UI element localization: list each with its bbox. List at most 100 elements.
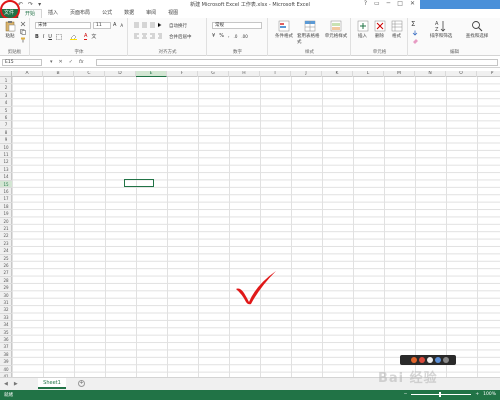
bold-button[interactable]: B (35, 34, 39, 40)
format-cells-button[interactable]: 格式 (388, 20, 405, 39)
row-header-34[interactable]: 34 (0, 321, 12, 329)
row-header-15[interactable]: 15 (0, 180, 12, 188)
column-header-f[interactable]: F (167, 71, 198, 77)
cell-styles-button[interactable]: 单元格样式 (323, 20, 349, 39)
row-header-23[interactable]: 23 (0, 240, 12, 248)
column-header-p[interactable]: P (477, 71, 500, 77)
row-header-10[interactable]: 10 (0, 144, 12, 151)
number-format-select[interactable]: 常规 (212, 22, 262, 29)
vertical-align-icons[interactable] (133, 22, 163, 28)
row-header-30[interactable]: 30 (0, 292, 12, 299)
sheet-tab-sheet1[interactable]: Sheet1 (38, 378, 66, 389)
row-header-11[interactable]: 11 (0, 151, 12, 159)
row-header-4[interactable]: 4 (0, 99, 12, 107)
borders-icon[interactable] (56, 33, 66, 40)
font-color-button[interactable]: A (83, 33, 88, 40)
worksheet-grid[interactable]: ABCDEFGHIJKLMNOPQ 1234567891011121314151… (0, 71, 500, 377)
row-header-19[interactable]: 19 (0, 210, 12, 218)
row-header-9[interactable]: 9 (0, 136, 12, 144)
delete-cells-button[interactable]: 删除 (371, 20, 388, 39)
row-header-21[interactable]: 21 (0, 225, 12, 233)
confirm-entry-icon[interactable]: ✓ (69, 59, 73, 65)
column-header-g[interactable]: G (198, 71, 229, 77)
row-header-13[interactable]: 13 (0, 166, 12, 174)
cancel-entry-icon[interactable]: ✕ (59, 59, 63, 65)
insert-cells-button[interactable]: 插入 (354, 20, 371, 39)
currency-icon[interactable]: ¥ (212, 33, 215, 39)
zoom-in-button[interactable]: + (475, 392, 479, 397)
phonetic-button[interactable]: 文 (91, 33, 96, 40)
row-header-25[interactable]: 25 (0, 255, 12, 262)
font-name-select[interactable]: 宋体 (35, 22, 91, 29)
tab-page-layout[interactable]: 页面布局 (64, 9, 96, 18)
row-header-29[interactable]: 29 (0, 284, 12, 292)
tab-review[interactable]: 审阅 (140, 9, 162, 18)
zoom-thumb[interactable] (439, 392, 442, 397)
row-header-2[interactable]: 2 (0, 84, 12, 92)
row-header-14[interactable]: 14 (0, 173, 12, 181)
row-header-20[interactable]: 20 (0, 218, 12, 225)
row-header-40[interactable]: 40 (0, 366, 12, 373)
row-header-18[interactable]: 18 (0, 203, 12, 211)
column-header-a[interactable]: A (12, 71, 43, 77)
find-select-button[interactable]: 查找和选择 (459, 20, 495, 39)
row-header-16[interactable]: 16 (0, 188, 12, 196)
row-header-8[interactable]: 8 (0, 129, 12, 137)
row-header-28[interactable]: 28 (0, 277, 12, 285)
row-header-27[interactable]: 27 (0, 269, 12, 277)
row-header-12[interactable]: 12 (0, 158, 12, 166)
row-header-22[interactable]: 22 (0, 232, 12, 240)
row-header-38[interactable]: 38 (0, 351, 12, 359)
wrap-text-button[interactable]: 自动换行 (169, 23, 187, 29)
decrease-decimal-button[interactable]: .00 (241, 34, 247, 39)
column-header-m[interactable]: M (384, 71, 415, 77)
comma-button[interactable]: , (228, 33, 230, 39)
column-header-o[interactable]: O (446, 71, 477, 77)
maximize-icon[interactable]: □ (397, 0, 403, 7)
percent-button[interactable]: % (219, 33, 224, 39)
row-header-26[interactable]: 26 (0, 262, 12, 270)
column-header-b[interactable]: B (43, 71, 74, 77)
row-header-5[interactable]: 5 (0, 107, 12, 114)
sheet-next-icon[interactable]: ▶ (14, 381, 18, 387)
row-header-17[interactable]: 17 (0, 195, 12, 203)
merge-center-button[interactable]: 合并后居中 (169, 34, 192, 40)
row-header-35[interactable]: 35 (0, 329, 12, 336)
formula-input[interactable] (96, 59, 498, 66)
grow-font-icon[interactable]: A (113, 22, 116, 28)
fill-color-icon[interactable] (69, 34, 80, 40)
row-header-7[interactable]: 7 (0, 121, 12, 129)
row-header-32[interactable]: 32 (0, 306, 12, 314)
tab-insert[interactable]: 插入 (42, 9, 64, 18)
column-header-e[interactable]: E (136, 71, 167, 77)
tab-view[interactable]: 视图 (162, 9, 184, 18)
namebox-dropdown-icon[interactable]: ▾ (50, 59, 53, 65)
select-all-corner[interactable] (0, 71, 12, 77)
conditional-format-button[interactable]: 条件格式 (271, 20, 297, 39)
row-header-31[interactable]: 31 (0, 299, 12, 307)
help-icon[interactable]: ? (364, 0, 367, 7)
insert-function-icon[interactable]: fx (79, 59, 84, 65)
paste-button[interactable]: 粘贴 (4, 20, 16, 39)
zoom-out-button[interactable]: − (404, 392, 408, 397)
horizontal-align-icons[interactable] (133, 33, 163, 39)
zoom-level[interactable]: 100% (483, 392, 496, 397)
add-sheet-button[interactable]: + (78, 380, 85, 387)
clear-icon[interactable] (412, 38, 418, 44)
column-header-j[interactable]: J (291, 71, 322, 77)
row-header-39[interactable]: 39 (0, 358, 12, 366)
row-header-24[interactable]: 24 (0, 247, 12, 255)
format-painter-icon[interactable] (20, 37, 26, 43)
row-header-36[interactable]: 36 (0, 336, 12, 344)
close-icon[interactable]: ✕ (410, 0, 415, 7)
fill-icon[interactable] (412, 30, 418, 36)
row-header-1[interactable]: 1 (0, 77, 12, 85)
shrink-font-icon[interactable]: A (120, 23, 123, 28)
row-header-6[interactable]: 6 (0, 114, 12, 122)
row-header-3[interactable]: 3 (0, 92, 12, 100)
row-header-33[interactable]: 33 (0, 314, 12, 322)
underline-button[interactable]: U (48, 34, 52, 40)
active-cell[interactable] (124, 179, 154, 187)
copy-icon[interactable] (20, 29, 26, 35)
column-header-n[interactable]: N (415, 71, 446, 77)
